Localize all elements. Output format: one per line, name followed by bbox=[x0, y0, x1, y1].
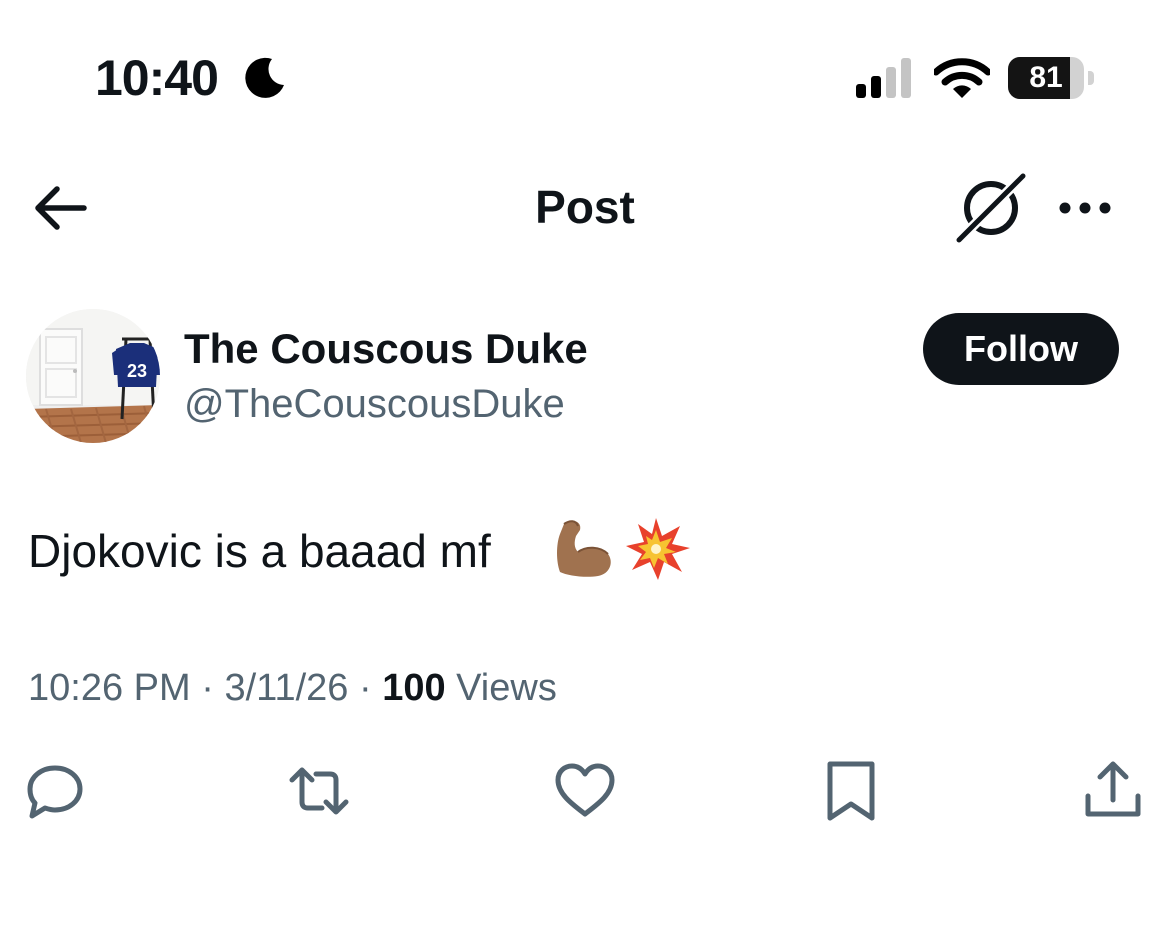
tweet-text: Djokovic is a baaad mf bbox=[28, 525, 491, 577]
repost-icon[interactable] bbox=[286, 758, 352, 824]
collision-icon bbox=[626, 518, 690, 580]
avatar[interactable]: 23 bbox=[26, 309, 160, 443]
tweet-metadata: 10:26 PM · 3/11/26 · 100 Views bbox=[28, 667, 557, 709]
avatar-jersey-number: 23 bbox=[127, 361, 147, 381]
like-icon[interactable] bbox=[552, 758, 618, 824]
flexed-biceps-icon bbox=[557, 520, 611, 577]
tweet-date: 3/11/26 bbox=[224, 667, 349, 709]
battery-percent: 81 bbox=[1029, 61, 1063, 94]
tweet-time: 10:26 PM bbox=[28, 667, 191, 709]
follow-button[interactable]: Follow bbox=[923, 313, 1119, 385]
status-time: 10:40 bbox=[95, 50, 219, 106]
grok-icon[interactable] bbox=[955, 172, 1027, 244]
tweet-emojis bbox=[557, 518, 690, 580]
battery-indicator: 81 bbox=[1008, 57, 1094, 99]
views-count[interactable]: 100 bbox=[382, 667, 445, 709]
wifi-icon bbox=[934, 58, 990, 98]
views-label[interactable]: Views bbox=[446, 667, 557, 709]
bookmark-icon[interactable] bbox=[818, 758, 884, 824]
moon-icon bbox=[245, 57, 284, 98]
author-handle[interactable]: @TheCouscousDuke bbox=[184, 380, 565, 428]
reply-icon[interactable] bbox=[22, 758, 88, 824]
more-dots-icon[interactable] bbox=[1055, 190, 1115, 226]
share-icon[interactable] bbox=[1080, 758, 1146, 824]
cellular-signal-icon bbox=[856, 58, 911, 98]
author-display-name[interactable]: The Couscous Duke bbox=[184, 324, 588, 374]
